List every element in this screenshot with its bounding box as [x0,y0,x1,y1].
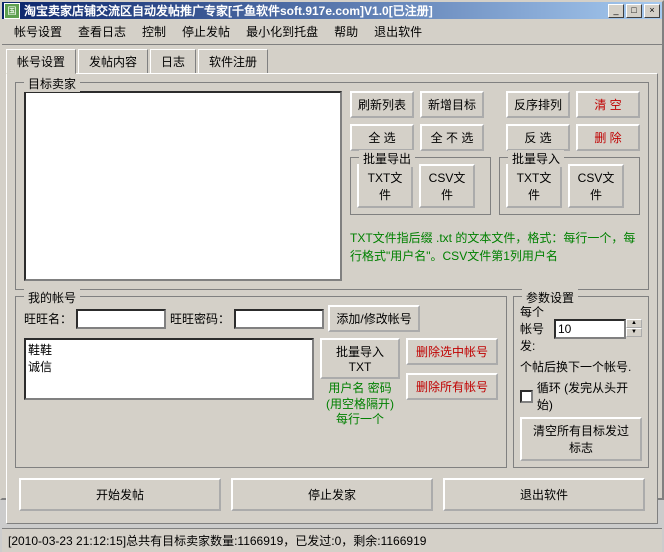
my-account-legend: 我的帐号 [24,289,80,306]
exit-software-button[interactable]: 退出软件 [443,478,645,511]
params-group: 参数设置 每个帐号发: ▲ ▼ 个帖后换下一个帐号. 循环 (发完从头开始) [513,296,649,468]
batch-import-txt-button[interactable]: 批量导入TXT [320,338,400,379]
target-seller-listbox[interactable] [24,91,342,281]
invert-selection-button[interactable]: 反 选 [506,124,570,151]
menu-account-settings[interactable]: 帐号设置 [6,21,70,42]
menu-help[interactable]: 帮助 [326,21,366,42]
delete-button[interactable]: 删 除 [576,124,640,151]
batch-export-group: 批量导出 TXT文件 CSV文件 [350,157,491,215]
menu-view-log[interactable]: 查看日志 [70,21,134,42]
list-item[interactable]: 鞋鞋 [28,342,310,359]
menu-minimize-tray[interactable]: 最小化到托盘 [238,21,326,42]
menu-stop-posting[interactable]: 停止发帖 [174,21,238,42]
statusbar: [2010-03-23 21:12:15]总共有目标卖家数量:1166919，已… [2,528,662,552]
window-title: 淘宝卖家店铺交流区自动发帖推广专家[千鱼软件soft.917e.com]V1.0… [24,2,608,19]
minimize-button[interactable]: _ [608,4,624,18]
batch-import-group: 批量导入 TXT文件 CSV文件 [499,157,640,215]
select-none-button[interactable]: 全 不 选 [420,124,484,151]
loop-label: 循环 (发完从头开始) [537,379,642,413]
per-account-label: 每个帐号发: [520,303,550,354]
menu-control[interactable]: 控制 [134,21,174,42]
my-account-group: 我的帐号 旺旺名： 旺旺密码： 添加/修改帐号 鞋鞋 诚信 批量导入TXT [15,296,507,468]
wangwang-name-input[interactable] [76,309,166,329]
target-seller-group: 目标卖家 刷新列表 新增目标 反序排列 清 空 全 选 全 不 选 [15,82,649,290]
tab-account-settings[interactable]: 帐号设置 [6,49,76,74]
tab-log[interactable]: 日志 [150,49,196,73]
delete-selected-account-button[interactable]: 删除选中帐号 [406,338,498,365]
add-target-button[interactable]: 新增目标 [420,91,484,118]
start-posting-button[interactable]: 开始发帖 [19,478,221,511]
import-txt-button[interactable]: TXT文件 [506,164,562,208]
import-hint-2: (用空格隔开) [320,397,400,413]
export-txt-button[interactable]: TXT文件 [357,164,413,208]
import-csv-button[interactable]: CSV文件 [568,164,624,208]
import-hint-3: 每行一个 [320,412,400,428]
menu-exit[interactable]: 退出软件 [366,21,430,42]
batch-import-legend: 批量导入 [508,150,564,167]
stop-posting-button[interactable]: 停止发家 [231,478,433,511]
spinner-down-button[interactable]: ▼ [626,328,642,337]
delete-all-accounts-button[interactable]: 删除所有帐号 [406,373,498,400]
titlebar: 国 淘宝卖家店铺交流区自动发帖推广专家[千鱼软件soft.917e.com]V1… [2,2,662,19]
spinner-up-button[interactable]: ▲ [626,319,642,328]
clear-button[interactable]: 清 空 [576,91,640,118]
account-listbox[interactable]: 鞋鞋 诚信 [24,338,314,400]
import-hint-1: 用户名 密码 [320,381,400,397]
per-post-label: 个帖后换下一个帐号. [520,358,642,375]
clear-flags-button[interactable]: 清空所有目标发过标志 [520,417,642,461]
maximize-button[interactable]: □ [626,4,642,18]
loop-checkbox[interactable] [520,390,533,403]
reverse-sort-button[interactable]: 反序排列 [506,91,570,118]
list-item[interactable]: 诚信 [28,359,310,376]
tab-register[interactable]: 软件注册 [198,49,268,73]
select-all-button[interactable]: 全 选 [350,124,414,151]
wangwang-password-input[interactable] [234,309,324,329]
close-button[interactable]: × [644,4,660,18]
wangwang-label: 旺旺名： [24,310,72,327]
refresh-list-button[interactable]: 刷新列表 [350,91,414,118]
app-icon: 国 [4,3,20,19]
wangwang-password-label: 旺旺密码： [170,310,230,327]
file-format-hint: TXT文件指后缀 .txt 的文本文件，格式：每行一个，每行格式"用户名"。CS… [350,229,640,265]
tabbar: 帐号设置 发帖内容 日志 软件注册 [2,45,662,73]
menubar: 帐号设置 查看日志 控制 停止发帖 最小化到托盘 帮助 退出软件 [2,19,662,45]
batch-export-legend: 批量导出 [359,150,415,167]
tab-content: 目标卖家 刷新列表 新增目标 反序排列 清 空 全 选 全 不 选 [6,73,658,524]
target-seller-legend: 目标卖家 [24,75,80,92]
tab-post-content[interactable]: 发帖内容 [78,49,148,73]
params-legend: 参数设置 [522,289,578,306]
export-csv-button[interactable]: CSV文件 [419,164,475,208]
per-account-input[interactable] [554,319,626,339]
add-modify-account-button[interactable]: 添加/修改帐号 [328,305,420,332]
